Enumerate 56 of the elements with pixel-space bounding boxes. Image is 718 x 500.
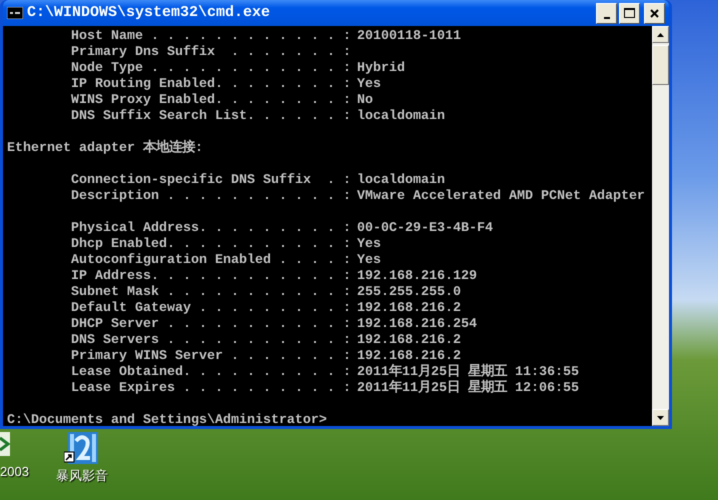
setting-label: DNS Servers . . . . . . . . . . . : (71, 333, 351, 349)
setting-value: 192.168.216.254 (356, 317, 477, 333)
setting-value: VMware Accelerated AMD PCNet Adapter (356, 189, 645, 205)
setting-value: 2011年11月25日 星期五 12:06:55 (356, 381, 579, 397)
film-icon (64, 432, 100, 464)
setting-label: Autoconfiguration Enabled . . . . : (71, 253, 351, 269)
desktop-icon-label[interactable]: 2003 (0, 464, 29, 480)
minimize-button[interactable] (596, 2, 617, 24)
setting-value: Hybrid (356, 61, 405, 77)
down-arrow-icon (657, 416, 664, 420)
setting-value: 192.168.216.2 (356, 349, 461, 364)
setting-value: 2011年11月25日 星期五 11:36:55 (356, 365, 579, 380)
close-icon (650, 8, 659, 18)
setting-value: Yes (356, 77, 381, 93)
scroll-thumb[interactable] (652, 45, 669, 85)
setting-label: Default Gateway . . . . . . . . . : (71, 301, 351, 317)
adapter-heading: Ethernet adapter 本地连接: (7, 141, 203, 157)
setting-value: 20100118-1011 (356, 29, 461, 45)
setting-label: Primary WINS Server . . . . . . . : (71, 349, 351, 365)
setting-label: Primary Dns Suffix . . . . . . . : (71, 45, 351, 61)
maximize-icon (624, 8, 635, 18)
setting-label: DHCP Server . . . . . . . . . . . : (71, 317, 351, 333)
setting-value: Yes (356, 253, 381, 269)
close-button[interactable] (644, 2, 665, 24)
console-icon (7, 7, 23, 19)
minimize-icon (604, 16, 610, 18)
setting-label: Physical Address. . . . . . . . . : (71, 221, 351, 237)
scroll-down-button[interactable] (652, 409, 669, 426)
maximize-button[interactable] (619, 2, 640, 24)
window-title: C:\WINDOWS\system32\cmd.exe (27, 2, 272, 23)
setting-label: Connection-specific DNS Suffix . : (71, 173, 351, 189)
command-prompt: C:\Documents and Settings\Administrator> (7, 413, 327, 426)
spreadsheet-icon (0, 432, 10, 456)
setting-label: IP Routing Enabled. . . . . . . . : (71, 77, 351, 93)
setting-label: Subnet Mask . . . . . . . . . . . : (71, 285, 351, 301)
setting-value: No (356, 93, 373, 109)
desktop-icon-label[interactable]: 暴风影音 (56, 468, 108, 484)
setting-value: 192.168.216.2 (356, 301, 461, 317)
setting-label: Lease Obtained. . . . . . . . . . : (71, 365, 351, 381)
setting-label: Host Name . . . . . . . . . . . . : (71, 29, 351, 45)
setting-label: IP Address. . . . . . . . . . . . : (71, 269, 351, 285)
setting-value: 00-0C-29-E3-4B-F4 (356, 221, 493, 237)
setting-value: localdomain (356, 173, 445, 189)
setting-label: DNS Suffix Search List. . . . . . : (71, 109, 351, 125)
setting-label: Node Type . . . . . . . . . . . . : (71, 61, 351, 77)
up-arrow-icon (657, 32, 664, 36)
setting-label: Lease Expires . . . . . . . . . . : (71, 381, 351, 397)
scroll-up-button[interactable] (652, 26, 669, 43)
setting-label: Description . . . . . . . . . . . : (71, 189, 351, 205)
setting-label: Dhcp Enabled. . . . . . . . . . . : (71, 237, 351, 253)
setting-value: 192.168.216.2 (356, 333, 461, 349)
setting-label: WINS Proxy Enabled. . . . . . . . : (71, 93, 351, 109)
setting-value: 255.255.255.0 (356, 285, 461, 301)
setting-value: 192.168.216.129 (356, 269, 477, 285)
setting-value: Yes (356, 237, 381, 253)
setting-value: localdomain (356, 109, 445, 125)
